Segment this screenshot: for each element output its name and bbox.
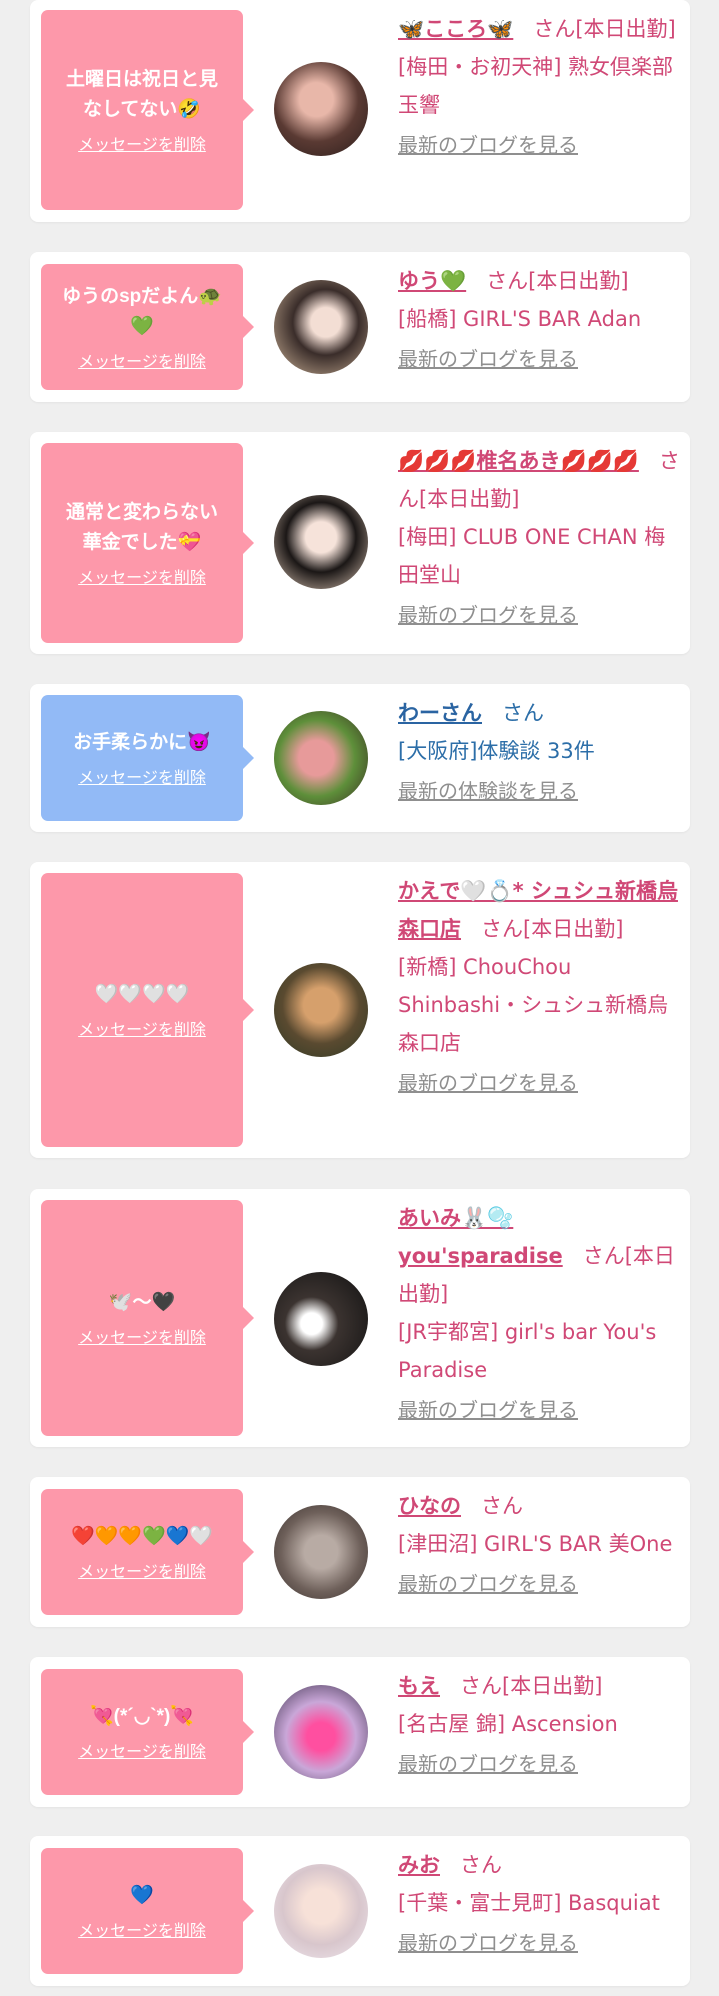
- avatar[interactable]: [274, 711, 368, 805]
- avatar[interactable]: [274, 1272, 368, 1366]
- profile-info: 💋💋💋椎名あき💋💋💋 さん[本日出勤] [梅田] CLUB ONE CHAN 梅…: [398, 442, 683, 634]
- shop-link[interactable]: [新橋] ChouChou Shinbashi・シュシュ新橋烏森口店: [398, 948, 683, 1062]
- shop-link[interactable]: [船橋] GIRL'S BAR Adan: [398, 300, 683, 338]
- blog-link[interactable]: 最新のブログを見る: [398, 1924, 683, 1962]
- honorific: さん: [460, 1853, 503, 1877]
- profile-name-link[interactable]: 💋💋💋椎名あき💋💋💋: [398, 449, 639, 473]
- blog-link[interactable]: 最新のブログを見る: [398, 1391, 683, 1429]
- message-text: 土曜日は祝日と見 なしてない🤣: [65, 69, 218, 120]
- delete-message-link[interactable]: メッセージを削除: [78, 764, 206, 788]
- message-bubble: 通常と変わらない 華金でした💝 メッセージを削除: [41, 443, 254, 643]
- message-card: ゆうのspだよん🐢 💚 メッセージを削除 ゆう💚 さん[本日出勤] [船橋] G…: [30, 252, 690, 402]
- shop-link[interactable]: [大阪府]体験談 33件: [398, 732, 683, 770]
- shop-link[interactable]: [梅田] CLUB ONE CHAN 梅田堂山: [398, 518, 683, 594]
- blog-link[interactable]: 最新のブログを見る: [398, 126, 683, 164]
- message-text: 🕊️〜🖤: [108, 1292, 176, 1313]
- message-card: 🤍🤍🤍🤍 メッセージを削除 かえで🤍💍* シュシュ新橋烏森口店 さん[本日出勤]…: [30, 862, 690, 1158]
- delete-message-link[interactable]: メッセージを削除: [78, 1558, 206, 1582]
- honorific: さん: [481, 1494, 524, 1518]
- profile-info: わーさん さん [大阪府]体験談 33件 最新の体験談を見る: [398, 694, 683, 810]
- avatar[interactable]: [274, 1685, 368, 1779]
- delete-message-link[interactable]: メッセージを削除: [78, 1917, 206, 1941]
- profile-info: あいみ🐰🫧 you'sparadise さん[本日出勤] [JR宇都宮] gir…: [398, 1199, 683, 1429]
- avatar[interactable]: [274, 62, 368, 156]
- message-card: 土曜日は祝日と見 なしてない🤣 メッセージを削除 🦋こころ🦋 さん[本日出勤] …: [30, 0, 690, 222]
- delete-message-link[interactable]: メッセージを削除: [78, 1016, 206, 1040]
- message-text: 通常と変わらない 華金でした💝: [65, 502, 218, 553]
- honorific: さん[本日出勤]: [481, 917, 624, 941]
- message-bubble: 土曜日は祝日と見 なしてない🤣 メッセージを削除: [41, 10, 254, 210]
- profile-name-link[interactable]: ひなの: [398, 1494, 461, 1518]
- message-text: 🤍🤍🤍🤍: [94, 984, 190, 1005]
- review-link[interactable]: 最新の体験談を見る: [398, 772, 683, 810]
- message-text: 💘(*´◡`*)💘: [90, 1706, 194, 1727]
- shop-link[interactable]: [名古屋 錦] Ascension: [398, 1705, 683, 1743]
- delete-message-link[interactable]: メッセージを削除: [78, 564, 206, 588]
- message-card: ❤️🧡🧡💚💙🤍 メッセージを削除 ひなの さん [津田沼] GIRL'S BAR…: [30, 1477, 690, 1627]
- message-bubble: 🤍🤍🤍🤍 メッセージを削除: [41, 873, 254, 1147]
- message-bubble: 🕊️〜🖤 メッセージを削除: [41, 1200, 254, 1436]
- shop-link[interactable]: [津田沼] GIRL'S BAR 美One: [398, 1525, 683, 1563]
- shop-link[interactable]: [梅田・お初天神] 熟女倶楽部 玉響: [398, 48, 683, 124]
- message-bubble: 💙 メッセージを削除: [41, 1848, 254, 1974]
- message-card: 🕊️〜🖤 メッセージを削除 あいみ🐰🫧 you'sparadise さん[本日出…: [30, 1189, 690, 1447]
- avatar[interactable]: [274, 495, 368, 589]
- profile-name-link[interactable]: もえ: [398, 1674, 440, 1698]
- blog-link[interactable]: 最新のブログを見る: [398, 1745, 683, 1783]
- delete-message-link[interactable]: メッセージを削除: [78, 1324, 206, 1348]
- avatar[interactable]: [274, 280, 368, 374]
- profile-info: みお さん [千葉・富士見町] Basquiat 最新のブログを見る: [398, 1846, 683, 1962]
- message-bubble: お手柔らかに😈 メッセージを削除: [41, 695, 254, 821]
- blog-link[interactable]: 最新のブログを見る: [398, 596, 683, 634]
- avatar[interactable]: [274, 1505, 368, 1599]
- profile-info: ひなの さん [津田沼] GIRL'S BAR 美One 最新のブログを見る: [398, 1487, 683, 1603]
- delete-message-link[interactable]: メッセージを削除: [78, 131, 206, 155]
- honorific: さん[本日出勤]: [486, 269, 629, 293]
- message-text: お手柔らかに😈: [73, 732, 211, 753]
- message-card: 通常と変わらない 華金でした💝 メッセージを削除 💋💋💋椎名あき💋💋💋 さん[本…: [30, 432, 690, 654]
- message-text: ❤️🧡🧡💚💙🤍: [71, 1526, 213, 1547]
- avatar[interactable]: [274, 963, 368, 1057]
- blog-link[interactable]: 最新のブログを見る: [398, 340, 683, 378]
- message-bubble: ❤️🧡🧡💚💙🤍 メッセージを削除: [41, 1489, 254, 1615]
- shop-link[interactable]: [千葉・富士見町] Basquiat: [398, 1884, 683, 1922]
- profile-name-link[interactable]: わーさん: [398, 701, 482, 725]
- message-card: お手柔らかに😈 メッセージを削除 わーさん さん [大阪府]体験談 33件 最新…: [30, 684, 690, 832]
- profile-name-link[interactable]: 🦋こころ🦋: [398, 17, 513, 41]
- blog-link[interactable]: 最新のブログを見る: [398, 1565, 683, 1603]
- profile-info: かえで🤍💍* シュシュ新橋烏森口店 さん[本日出勤] [新橋] ChouChou…: [398, 872, 683, 1102]
- shop-link[interactable]: [JR宇都宮] girl's bar You's Paradise: [398, 1313, 683, 1389]
- message-bubble: 💘(*´◡`*)💘 メッセージを削除: [41, 1669, 254, 1795]
- blog-link[interactable]: 最新のブログを見る: [398, 1064, 683, 1102]
- avatar[interactable]: [274, 1864, 368, 1958]
- profile-name-link[interactable]: あいみ🐰🫧 you'sparadise: [398, 1206, 563, 1268]
- message-card: 💙 メッセージを削除 みお さん [千葉・富士見町] Basquiat 最新のブ…: [30, 1836, 690, 1986]
- honorific: さん[本日出勤]: [533, 17, 676, 41]
- honorific: さん[本日出勤]: [460, 1674, 603, 1698]
- profile-name-link[interactable]: みお: [398, 1853, 440, 1877]
- message-card: 💘(*´◡`*)💘 メッセージを削除 もえ さん[本日出勤] [名古屋 錦] A…: [30, 1657, 690, 1807]
- profile-name-link[interactable]: ゆう💚: [398, 269, 466, 293]
- message-text: ゆうのspだよん🐢 💚: [62, 286, 222, 337]
- message-text: 💙: [130, 1885, 154, 1906]
- profile-info: もえ さん[本日出勤] [名古屋 錦] Ascension 最新のブログを見る: [398, 1667, 683, 1783]
- honorific: さん: [502, 701, 545, 725]
- delete-message-link[interactable]: メッセージを削除: [78, 1738, 206, 1762]
- delete-message-link[interactable]: メッセージを削除: [78, 348, 206, 372]
- profile-info: 🦋こころ🦋 さん[本日出勤] [梅田・お初天神] 熟女倶楽部 玉響 最新のブログ…: [398, 10, 683, 164]
- profile-info: ゆう💚 さん[本日出勤] [船橋] GIRL'S BAR Adan 最新のブログ…: [398, 262, 683, 378]
- message-bubble: ゆうのspだよん🐢 💚 メッセージを削除: [41, 264, 254, 390]
